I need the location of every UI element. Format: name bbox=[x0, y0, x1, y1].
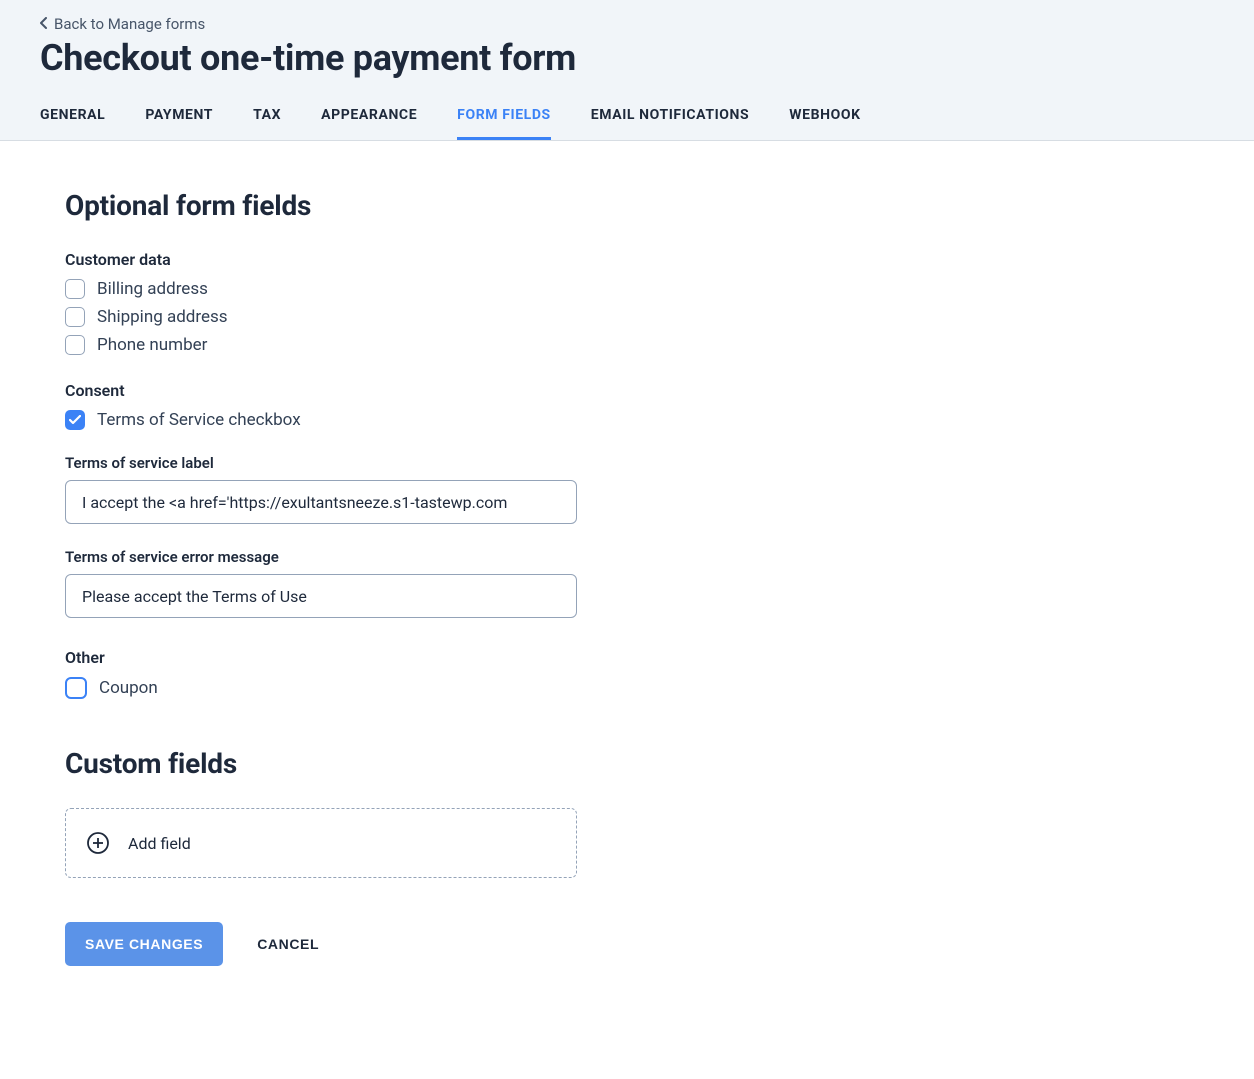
optional-form-fields-heading: Optional form fields bbox=[65, 189, 635, 222]
tos-label-field-label: Terms of service label bbox=[65, 454, 635, 472]
tos-error-block: Terms of service error message bbox=[65, 548, 635, 618]
plus-circle-icon bbox=[86, 831, 110, 855]
tab-general[interactable]: GENERAL bbox=[40, 107, 105, 140]
add-field-label: Add field bbox=[128, 834, 191, 853]
tabs: GENERAL PAYMENT TAX APPEARANCE FORM FIEL… bbox=[40, 107, 1214, 140]
phone-number-row: Phone number bbox=[65, 335, 635, 355]
phone-number-checkbox[interactable] bbox=[65, 335, 85, 355]
shipping-address-row: Shipping address bbox=[65, 307, 635, 327]
cancel-button[interactable]: CANCEL bbox=[257, 936, 319, 952]
chevron-left-icon bbox=[40, 15, 48, 33]
tos-error-field-label: Terms of service error message bbox=[65, 548, 635, 566]
tab-form-fields[interactable]: FORM FIELDS bbox=[457, 107, 551, 140]
back-link-text: Back to Manage forms bbox=[54, 15, 205, 33]
content: Optional form fields Customer data Billi… bbox=[0, 141, 700, 1026]
button-row: SAVE CHANGES CANCEL bbox=[65, 922, 635, 966]
consent-label: Consent bbox=[65, 381, 635, 400]
customer-data-group: Customer data Billing address Shipping a… bbox=[65, 250, 635, 355]
back-link[interactable]: Back to Manage forms bbox=[40, 15, 205, 33]
custom-fields-heading: Custom fields bbox=[65, 747, 635, 780]
customer-data-label: Customer data bbox=[65, 250, 635, 269]
tos-checkbox[interactable] bbox=[65, 410, 85, 430]
save-button[interactable]: SAVE CHANGES bbox=[65, 922, 223, 966]
tab-payment[interactable]: PAYMENT bbox=[145, 107, 213, 140]
tab-email-notifications[interactable]: EMAIL NOTIFICATIONS bbox=[591, 107, 749, 140]
billing-address-row: Billing address bbox=[65, 279, 635, 299]
tos-checkbox-row: Terms of Service checkbox bbox=[65, 410, 635, 430]
tab-tax[interactable]: TAX bbox=[253, 107, 281, 140]
header-section: Back to Manage forms Checkout one-time p… bbox=[0, 0, 1254, 141]
billing-address-label: Billing address bbox=[97, 279, 208, 299]
coupon-row: Coupon bbox=[65, 677, 635, 699]
tos-label-block: Terms of service label bbox=[65, 454, 635, 524]
shipping-address-label: Shipping address bbox=[97, 307, 228, 327]
coupon-label: Coupon bbox=[99, 678, 158, 698]
coupon-checkbox[interactable] bbox=[65, 677, 87, 699]
billing-address-checkbox[interactable] bbox=[65, 279, 85, 299]
tab-webhook[interactable]: WEBHOOK bbox=[789, 107, 860, 140]
tab-appearance[interactable]: APPEARANCE bbox=[321, 107, 417, 140]
tos-error-input[interactable] bbox=[65, 574, 577, 618]
tos-label-input[interactable] bbox=[65, 480, 577, 524]
other-group: Other Coupon bbox=[65, 648, 635, 699]
shipping-address-checkbox[interactable] bbox=[65, 307, 85, 327]
other-label: Other bbox=[65, 648, 635, 667]
add-field-button[interactable]: Add field bbox=[65, 808, 577, 878]
page-title: Checkout one-time payment form bbox=[40, 37, 1214, 79]
consent-group: Consent Terms of Service checkbox bbox=[65, 381, 635, 430]
tos-checkbox-label: Terms of Service checkbox bbox=[97, 410, 301, 430]
phone-number-label: Phone number bbox=[97, 335, 207, 355]
